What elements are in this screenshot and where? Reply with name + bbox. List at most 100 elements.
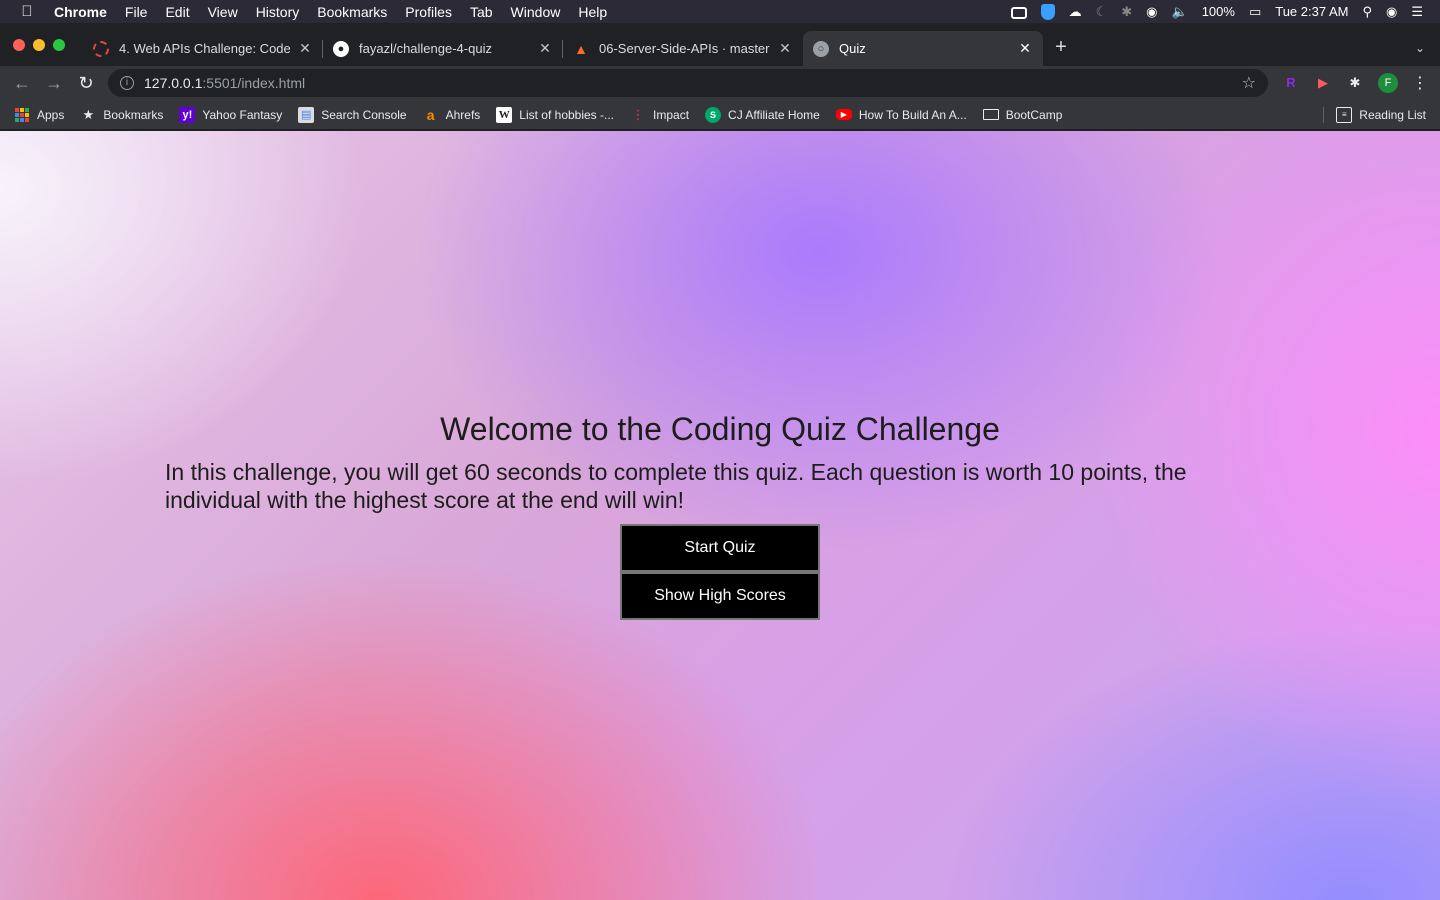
address-bar[interactable]: i 127.0.0.1:5501/index.html ☆ <box>108 69 1268 97</box>
night-shift-icon[interactable]: ☾ <box>1089 4 1115 20</box>
grammarly-icon[interactable] <box>1034 3 1062 20</box>
spotlight-search-icon[interactable]: ⚲ <box>1355 4 1379 20</box>
wifi-icon[interactable]: ◉ <box>1139 4 1164 20</box>
tab-title: fayazl/challenge-4-quiz <box>359 41 492 56</box>
puzzle-extensions-icon[interactable]: ✱ <box>1346 74 1364 92</box>
show-high-scores-button[interactable]: Show High Scores <box>620 572 820 620</box>
volume-icon[interactable]: 🔈 <box>1165 4 1195 20</box>
yahoo-icon: y! <box>179 106 196 123</box>
bluetooth-icon[interactable]: ✱ <box>1114 4 1139 20</box>
quiz-page: Welcome to the Coding Quiz Challenge In … <box>0 131 1440 900</box>
bookmark-label: CJ Affiliate Home <box>728 107 820 122</box>
tab-github-challenge[interactable]: ● fayazl/challenge-4-quiz ✕ <box>323 31 563 66</box>
bookmark-yahoo-fantasy[interactable]: y! Yahoo Fantasy <box>171 106 290 123</box>
tab-quiz[interactable]: ○ Quiz ✕ <box>803 31 1043 66</box>
ahrefs-icon: a <box>426 106 435 123</box>
github-icon: ● <box>333 40 349 57</box>
apple-icon[interactable]:  <box>0 3 54 20</box>
gitlab-icon: ▲ <box>574 40 588 57</box>
bookmark-label: How To Build An A... <box>858 107 967 122</box>
tab-search-chevron-icon[interactable]: ⌄ <box>1400 31 1440 66</box>
url-host: 127.0.0.1 <box>144 75 203 91</box>
reload-button[interactable]: ↻ <box>70 73 102 94</box>
bookmark-ahrefs[interactable]: a Ahrefs <box>415 107 489 123</box>
menu-app-name[interactable]: Chrome <box>54 4 116 20</box>
tab-web-apis-challenge[interactable]: 4. Web APIs Challenge: Code Quiz ✕ <box>83 31 323 66</box>
new-tab-button[interactable]: + <box>1043 31 1079 66</box>
tab-strip: 4. Web APIs Challenge: Code Quiz ✕ ● fay… <box>0 23 1440 66</box>
bookmark-label: BootCamp <box>1005 107 1063 122</box>
bookmark-cj-affiliate[interactable]: S CJ Affiliate Home <box>697 106 828 123</box>
minimize-window-button[interactable] <box>33 38 45 51</box>
battery-icon[interactable]: ▭ <box>1242 4 1268 20</box>
tab-title: 4. Web APIs Challenge: Code Quiz <box>119 41 291 56</box>
quiz-description: In this challenge, you will get 60 secon… <box>165 459 1187 513</box>
forward-button[interactable]: → <box>38 73 70 94</box>
reading-list-icon: ≡ <box>1336 106 1353 123</box>
tab-title: 06-Server-Side-APIs · master <box>599 41 770 56</box>
battery-percent[interactable]: 100% <box>1195 4 1242 19</box>
chrome-menu-icon[interactable]: ⋮ <box>1412 73 1428 93</box>
menu-file[interactable]: File <box>116 4 157 20</box>
bookmark-list-of-hobbies[interactable]: W List of hobbies -... <box>488 106 622 123</box>
url-path: :5501/index.html <box>202 75 306 91</box>
clock[interactable]: Tue 2:37 AM <box>1268 4 1355 19</box>
star-icon: ★ <box>82 106 95 122</box>
zoom-window-button[interactable] <box>53 38 65 51</box>
quiz-buttons: Start Quiz Show High Scores <box>620 524 820 620</box>
close-tab-icon[interactable]: ✕ <box>537 40 553 57</box>
reading-list-label: Reading List <box>1359 107 1426 122</box>
back-button[interactable]: ← <box>6 73 38 94</box>
screen-record-icon[interactable] <box>1004 4 1034 19</box>
reading-list-button[interactable]: ≡ Reading List <box>1323 106 1434 123</box>
siri-icon[interactable]: ◉ <box>1379 4 1404 20</box>
menu-tab[interactable]: Tab <box>461 4 502 20</box>
folder-icon <box>982 109 999 120</box>
bookmark-impact[interactable]: ⋮ Impact <box>622 107 697 123</box>
red-circle-icon <box>93 40 109 57</box>
tab-gitlab-server-side-apis[interactable]: ▲ 06-Server-Side-APIs · master ✕ <box>563 31 803 66</box>
notification-center-icon[interactable]: ☰ <box>1404 4 1430 20</box>
close-tab-icon[interactable]: ✕ <box>297 40 313 57</box>
menu-extras: ☁ ☾ ✱ ◉ 🔈 100% ▭ Tue 2:37 AM ⚲ ◉ ☰ <box>1004 3 1440 20</box>
r-extension-icon[interactable]: R <box>1282 74 1300 92</box>
tab-title: Quiz <box>839 41 866 56</box>
impact-icon: ⋮ <box>631 106 645 122</box>
bookmark-label: List of hobbies -... <box>519 107 615 122</box>
bookmark-apps[interactable]: Apps <box>0 107 72 123</box>
menu-bookmarks[interactable]: Bookmarks <box>308 4 396 20</box>
youtube-icon: ▶ <box>835 109 852 120</box>
bookmark-star-icon[interactable]: ☆ <box>1242 73 1256 93</box>
window-controls <box>0 23 83 66</box>
quiz-heading: Welcome to the Coding Quiz Challenge <box>440 411 1000 447</box>
menu-window[interactable]: Window <box>502 4 570 20</box>
bookmark-label: Search Console <box>321 107 407 122</box>
bookmark-how-to-build[interactable]: ▶ How To Build An A... <box>828 108 975 122</box>
browser-toolbar: ← → ↻ i 127.0.0.1:5501/index.html ☆ R ▶ … <box>0 66 1440 100</box>
creative-cloud-icon[interactable]: ☁ <box>1062 4 1089 20</box>
bookmark-bootcamp[interactable]: BootCamp <box>975 108 1071 122</box>
site-info-icon[interactable]: i <box>120 76 134 90</box>
menu-edit[interactable]: Edit <box>156 4 198 20</box>
menu-history[interactable]: History <box>247 4 309 20</box>
close-tab-icon[interactable]: ✕ <box>777 40 793 57</box>
wikipedia-icon: W <box>496 106 513 123</box>
bookmark-bookmarks[interactable]: ★ Bookmarks <box>72 107 171 123</box>
bookmark-label: Ahrefs <box>445 107 481 122</box>
close-window-button[interactable] <box>13 38 25 51</box>
quiz-intro: Welcome to the Coding Quiz Challenge In … <box>165 411 1275 514</box>
apps-grid-icon <box>14 107 30 123</box>
globe-icon: ○ <box>813 40 829 57</box>
bookmark-search-console[interactable]: ▤ Search Console <box>290 106 414 123</box>
close-tab-icon[interactable]: ✕ <box>1017 40 1033 57</box>
bookmark-label: Bookmarks <box>103 107 164 122</box>
menu-help[interactable]: Help <box>569 4 616 20</box>
screencast-extension-icon[interactable]: ▶ <box>1314 74 1332 92</box>
menu-view[interactable]: View <box>199 4 247 20</box>
macos-menu-bar:  Chrome File Edit View History Bookmark… <box>0 0 1440 23</box>
menu-profiles[interactable]: Profiles <box>396 4 461 20</box>
cj-icon: S <box>705 106 722 123</box>
profile-avatar[interactable]: F <box>1378 73 1398 93</box>
start-quiz-button[interactable]: Start Quiz <box>620 524 820 572</box>
extensions-area: R ▶ ✱ F ⋮ <box>1282 73 1428 93</box>
